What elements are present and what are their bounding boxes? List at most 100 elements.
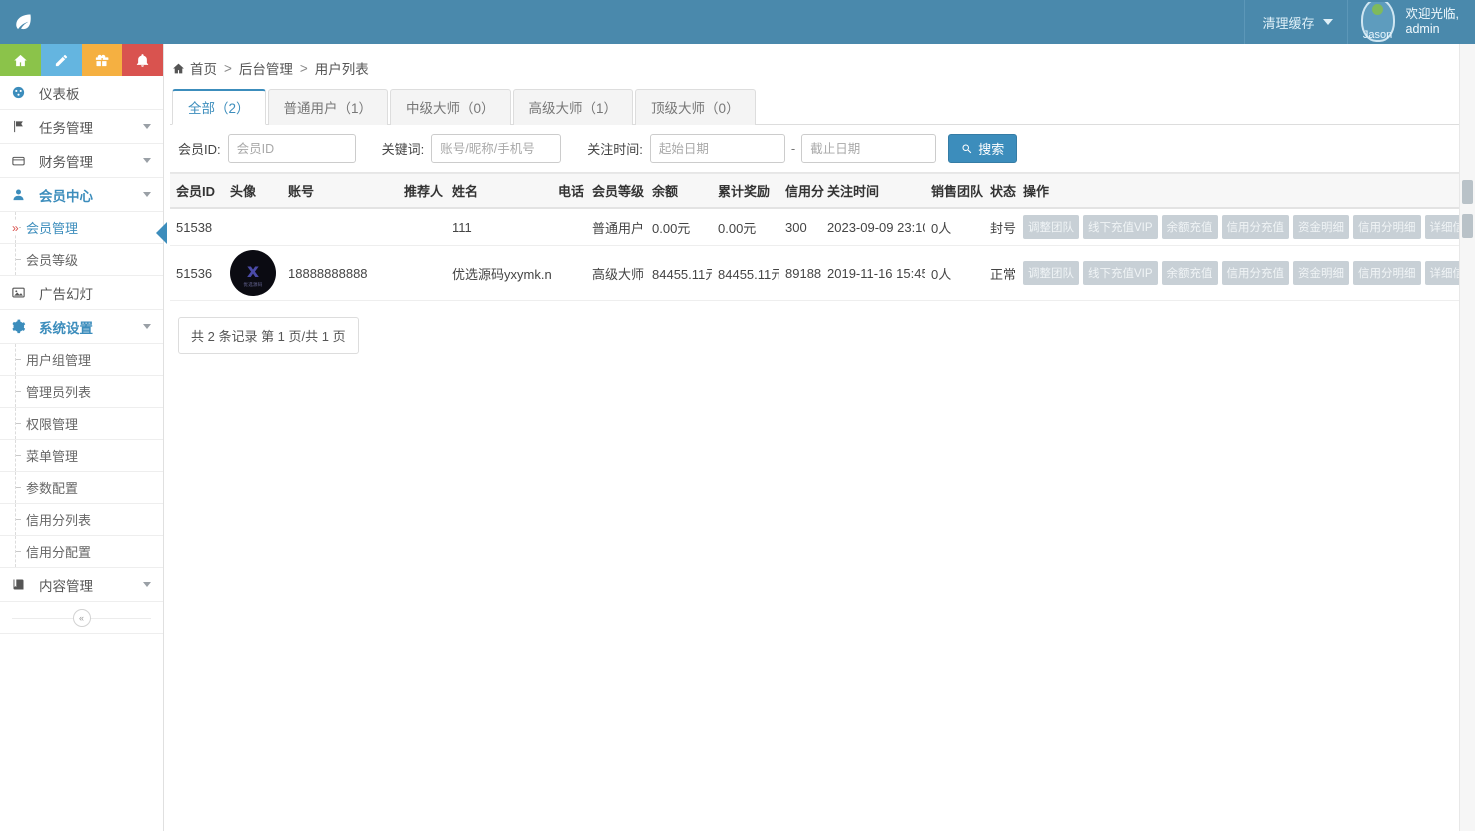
sidebar-item-content-management[interactable]: 内容管理: [0, 568, 163, 602]
chevron-double-left-icon[interactable]: «: [73, 609, 91, 627]
th-follow-time: 关注时间: [821, 174, 925, 209]
sidebar-item-menu-manage[interactable]: 菜单管理: [0, 440, 163, 472]
cell-level: 普通用户: [586, 208, 646, 246]
wallet-icon: [11, 153, 31, 168]
chevron-down-icon: [143, 158, 151, 163]
cell-phone: [552, 208, 586, 246]
sidebar-item-label: 会员管理: [26, 218, 78, 237]
member-id-input[interactable]: [228, 134, 356, 163]
main-content: 首页 > 后台管理 > 用户列表 全部（2） 普通用户（1） 中级大师（0） 高…: [164, 44, 1475, 831]
sidebar-item-user-group[interactable]: 用户组管理: [0, 344, 163, 376]
cell-name: 111: [446, 208, 552, 246]
sidebar-item-member-level[interactable]: 会员等级: [0, 244, 163, 276]
tab-senior-master[interactable]: 高级大师（1）: [513, 89, 634, 125]
user-icon: [11, 187, 31, 202]
action-offline-vip[interactable]: 线下充值VIP: [1083, 261, 1158, 285]
sidebar-item-system-settings[interactable]: 系统设置: [0, 310, 163, 344]
breadcrumb-item-home[interactable]: 首页: [190, 58, 217, 78]
sidebar-item-member-manage[interactable]: » 会员管理: [0, 212, 163, 244]
tab-intermediate-master[interactable]: 中级大师（0）: [390, 89, 511, 125]
end-date-input[interactable]: [801, 134, 936, 163]
sidebar-item-param-config[interactable]: 参数配置: [0, 472, 163, 504]
level-tabs: 全部（2） 普通用户（1） 中级大师（0） 高级大师（1） 顶级大师（0）: [170, 88, 1465, 125]
sidebar-item-label: 内容管理: [39, 575, 143, 595]
image-icon: [11, 285, 31, 300]
user-table: 会员ID 头像 账号 推荐人 姓名 电话 会员等级 余额 累计奖励 信用分 关注…: [170, 173, 1475, 301]
clear-cache-dropdown[interactable]: 清理缓存: [1244, 0, 1347, 44]
quick-edit-button[interactable]: [41, 44, 82, 76]
sidebar-item-finance-management[interactable]: 财务管理: [0, 144, 163, 178]
scrollbar-thumb-top[interactable]: [1462, 180, 1473, 204]
scrollbar-thumb-bottom[interactable]: [1462, 214, 1473, 238]
search-button[interactable]: 搜索: [948, 134, 1017, 163]
action-offline-vip[interactable]: 线下充值VIP: [1083, 215, 1158, 239]
home-icon: [172, 62, 185, 75]
th-credit: 信用分: [779, 174, 821, 209]
sidebar-collapse-row: «: [0, 602, 163, 634]
cell-team[interactable]: 0人: [925, 208, 984, 246]
sidebar-item-task-management[interactable]: 任务管理: [0, 110, 163, 144]
sidebar: 仪表板 任务管理 财务管理 会员中心: [0, 44, 164, 831]
chevron-right-icon: »: [12, 221, 19, 235]
tab-normal-user[interactable]: 普通用户（1）: [268, 89, 389, 125]
app-logo[interactable]: [0, 0, 45, 44]
table-row: 51538 111 普通用户 0.00元 0.00元 300 2023-09-0…: [170, 208, 1475, 246]
th-name: 姓名: [446, 174, 552, 209]
action-balance-recharge[interactable]: 余额充值: [1162, 215, 1218, 239]
th-referrer: 推荐人: [398, 174, 446, 209]
action-credit-detail[interactable]: 信用分明细: [1353, 215, 1421, 239]
th-status: 状态: [984, 174, 1017, 209]
active-menu-pointer: [156, 222, 167, 244]
date-range-dash: -: [791, 141, 795, 156]
row-action-group: 调整团队 线下充值VIP 余额充值 信用分充值 资金明细 信用分明细 详细信息: [1023, 215, 1471, 239]
home-icon: [13, 53, 28, 68]
gift-icon: [94, 53, 109, 68]
quick-home-button[interactable]: [0, 44, 41, 76]
sidebar-item-dashboard[interactable]: 仪表板: [0, 76, 163, 110]
sidebar-item-permission[interactable]: 权限管理: [0, 408, 163, 440]
tab-all[interactable]: 全部（2）: [172, 89, 266, 125]
sidebar-item-label: 管理员列表: [26, 382, 91, 401]
tab-top-master[interactable]: 顶级大师（0）: [635, 89, 756, 125]
clear-cache-label: 清理缓存: [1263, 13, 1315, 32]
cell-level: 高级大师: [586, 246, 646, 301]
sidebar-item-member-center[interactable]: 会员中心: [0, 178, 163, 212]
quick-gift-button[interactable]: [82, 44, 123, 76]
action-adjust-team[interactable]: 调整团队: [1023, 215, 1079, 239]
row-action-group: 调整团队 线下充值VIP 余额充值 信用分充值 资金明细 信用分明细 详细信息: [1023, 261, 1471, 285]
breadcrumb-item-admin[interactable]: 后台管理: [239, 58, 293, 78]
welcome-line-1: 欢迎光临,: [1406, 7, 1459, 22]
sidebar-item-label: 信用分配置: [26, 542, 91, 561]
sidebar-item-admin-list[interactable]: 管理员列表: [0, 376, 163, 408]
top-header-bar: 清理缓存 Jason 欢迎光临, admin: [0, 0, 1475, 44]
breadcrumb-separator: >: [224, 61, 232, 76]
sidebar-item-credit-list[interactable]: 信用分列表: [0, 504, 163, 536]
action-adjust-team[interactable]: 调整团队: [1023, 261, 1079, 285]
action-balance-recharge[interactable]: 余额充值: [1162, 261, 1218, 285]
search-button-label: 搜索: [978, 139, 1004, 158]
cell-referrer: [398, 208, 446, 246]
th-phone: 电话: [552, 174, 586, 209]
quick-notification-button[interactable]: [122, 44, 163, 76]
keyword-input[interactable]: [431, 134, 561, 163]
cell-follow-time: 2023-09-09 23:10: [821, 208, 925, 246]
sidebar-item-ad-slider[interactable]: 广告幻灯: [0, 276, 163, 310]
action-credit-recharge[interactable]: 信用分充值: [1222, 261, 1290, 285]
start-date-input[interactable]: [650, 134, 785, 163]
cell-avatar: [224, 208, 282, 246]
chevron-down-icon: [1323, 19, 1333, 25]
quick-action-bar: [0, 44, 163, 76]
action-fund-detail[interactable]: 资金明细: [1293, 261, 1349, 285]
sidebar-item-credit-config[interactable]: 信用分配置: [0, 536, 163, 568]
cell-team[interactable]: 0人: [925, 246, 984, 301]
user-account-menu[interactable]: Jason 欢迎光临, admin: [1347, 0, 1475, 44]
action-credit-detail[interactable]: 信用分明细: [1353, 261, 1421, 285]
sidebar-item-label: 广告幻灯: [39, 283, 151, 303]
page-scrollbar[interactable]: [1459, 44, 1475, 831]
pagination-summary: 共 2 条记录 第 1 页/共 1 页: [178, 317, 359, 354]
cell-phone: [552, 246, 586, 301]
cell-credit: 89188: [779, 246, 821, 301]
cell-follow-time: 2019-11-16 15:45: [821, 246, 925, 301]
action-fund-detail[interactable]: 资金明细: [1293, 215, 1349, 239]
action-credit-recharge[interactable]: 信用分充值: [1222, 215, 1290, 239]
